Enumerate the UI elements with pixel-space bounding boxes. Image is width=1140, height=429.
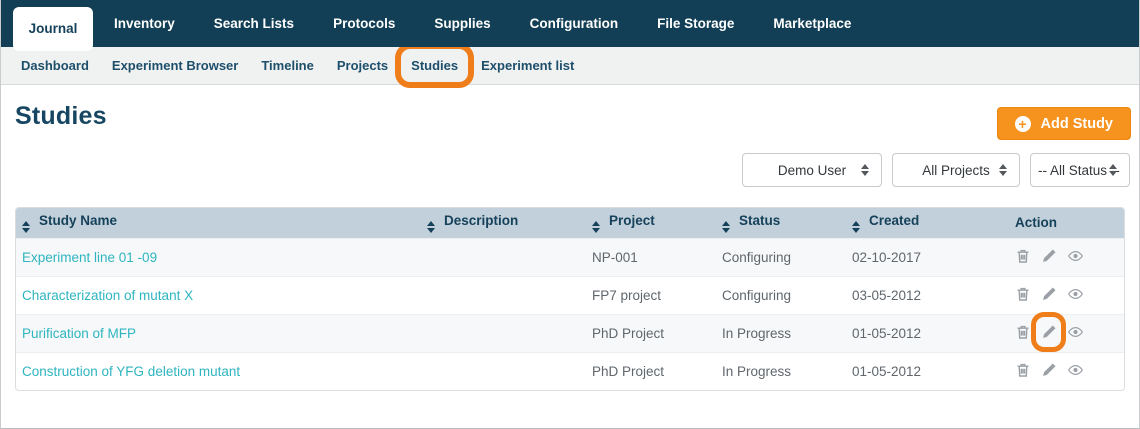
- status-cell: In Progress: [716, 351, 846, 390]
- table-row: Construction of YFG deletion mutant PhD …: [16, 351, 1124, 390]
- project-cell: NP-001: [586, 237, 716, 276]
- eye-icon[interactable]: [1067, 248, 1084, 267]
- trash-icon[interactable]: [1015, 248, 1031, 267]
- pencil-icon[interactable]: [1030, 311, 1066, 352]
- sort-icon: [592, 220, 600, 233]
- project-cell: PhD Project: [586, 313, 716, 352]
- created-cell: 01-05-2012: [846, 313, 1009, 352]
- table-header-row: Study Name Description Project Status Cr…: [16, 208, 1124, 238]
- subnav-item-experiment-list[interactable]: Experiment list: [481, 58, 574, 73]
- study-link[interactable]: Construction of YFG deletion mutant: [22, 364, 240, 379]
- subnav-item-projects[interactable]: Projects: [337, 58, 388, 73]
- trash-icon[interactable]: [1015, 324, 1031, 343]
- eye-icon[interactable]: [1067, 286, 1084, 305]
- eye-icon[interactable]: [1067, 362, 1084, 381]
- page-title: Studies: [15, 102, 107, 130]
- select-arrows-icon: [861, 164, 869, 176]
- project-filter-select[interactable]: All Projects: [892, 153, 1020, 187]
- created-cell: 02-10-2017: [846, 237, 1009, 276]
- table-row: Characterization of mutant X FP7 project…: [16, 275, 1124, 314]
- column-header-status[interactable]: Status: [716, 208, 846, 238]
- nav-tab-configuration[interactable]: Configuration: [530, 16, 618, 31]
- select-arrows-icon: [1109, 164, 1117, 176]
- pencil-icon[interactable]: [1041, 248, 1057, 267]
- project-cell: FP7 project: [586, 275, 716, 314]
- description-cell: [421, 275, 586, 314]
- status-filter-select[interactable]: -- All Status --: [1030, 153, 1130, 187]
- column-header-study-name[interactable]: Study Name: [16, 208, 421, 238]
- nav-tab-label: Journal: [28, 21, 78, 36]
- column-header-created[interactable]: Created: [846, 208, 1009, 238]
- app-window: Journal Inventory Search Lists Protocols…: [0, 0, 1140, 429]
- column-header-project[interactable]: Project: [586, 208, 716, 238]
- nav-tab-protocols[interactable]: Protocols: [333, 16, 395, 31]
- description-cell: [421, 237, 586, 276]
- column-header-action: Action: [1009, 208, 1124, 238]
- column-header-description[interactable]: Description: [421, 208, 586, 238]
- user-filter-select[interactable]: Demo User: [742, 153, 882, 187]
- sort-icon: [852, 220, 860, 233]
- sort-icon: [722, 220, 730, 233]
- status-cell: Configuring: [716, 275, 846, 314]
- created-cell: 01-05-2012: [846, 351, 1009, 390]
- subnav-item-dashboard[interactable]: Dashboard: [21, 58, 89, 73]
- nav-tab-inventory[interactable]: Inventory: [114, 16, 175, 31]
- status-filter-value: -- All Status --: [1038, 162, 1120, 178]
- user-filter-value: Demo User: [777, 162, 847, 178]
- project-cell: PhD Project: [586, 351, 716, 390]
- trash-icon[interactable]: [1015, 286, 1031, 305]
- studies-table: Study Name Description Project Status Cr…: [15, 207, 1125, 391]
- subnav-item-studies[interactable]: Studies: [411, 58, 458, 73]
- nav-tab-search-lists[interactable]: Search Lists: [214, 16, 294, 31]
- table-row: Purification of MFP PhD Project In Progr…: [16, 311, 1124, 352]
- nav-tab-marketplace[interactable]: Marketplace: [773, 16, 851, 31]
- nav-tab-file-storage[interactable]: File Storage: [657, 16, 734, 31]
- trash-icon[interactable]: [1015, 362, 1031, 381]
- description-cell: [421, 351, 586, 390]
- status-cell: In Progress: [716, 313, 846, 352]
- study-link[interactable]: Purification of MFP: [22, 326, 136, 341]
- sub-navbar: Dashboard Experiment Browser Timeline Pr…: [1, 43, 1139, 88]
- pencil-icon[interactable]: [1041, 286, 1057, 305]
- pencil-icon[interactable]: [1041, 362, 1057, 381]
- filter-bar: Demo User All Projects -- All Status --: [1, 153, 1130, 187]
- study-link[interactable]: Experiment line 01 -09: [22, 250, 157, 265]
- subnav-item-experiment-browser[interactable]: Experiment Browser: [112, 58, 238, 73]
- project-filter-value: All Projects: [922, 162, 990, 178]
- status-cell: Configuring: [716, 237, 846, 276]
- created-cell: 03-05-2012: [846, 275, 1009, 314]
- nav-tab-supplies[interactable]: Supplies: [434, 16, 490, 31]
- add-study-button[interactable]: + Add Study: [996, 107, 1131, 140]
- sort-icon: [427, 220, 435, 233]
- table-row: Experiment line 01 -09 NP-001 Configurin…: [16, 237, 1124, 276]
- sort-icon: [22, 220, 30, 233]
- top-navbar: Journal Inventory Search Lists Protocols…: [1, 0, 1139, 51]
- plus-circle-icon: +: [1014, 115, 1031, 132]
- subnav-item-timeline[interactable]: Timeline: [261, 58, 314, 73]
- select-arrows-icon: [999, 164, 1007, 176]
- eye-icon[interactable]: [1067, 324, 1084, 343]
- description-cell: [421, 313, 586, 352]
- add-study-label: Add Study: [1040, 115, 1114, 132]
- nav-tab-journal[interactable]: Journal: [13, 6, 93, 51]
- study-link[interactable]: Characterization of mutant X: [22, 288, 193, 303]
